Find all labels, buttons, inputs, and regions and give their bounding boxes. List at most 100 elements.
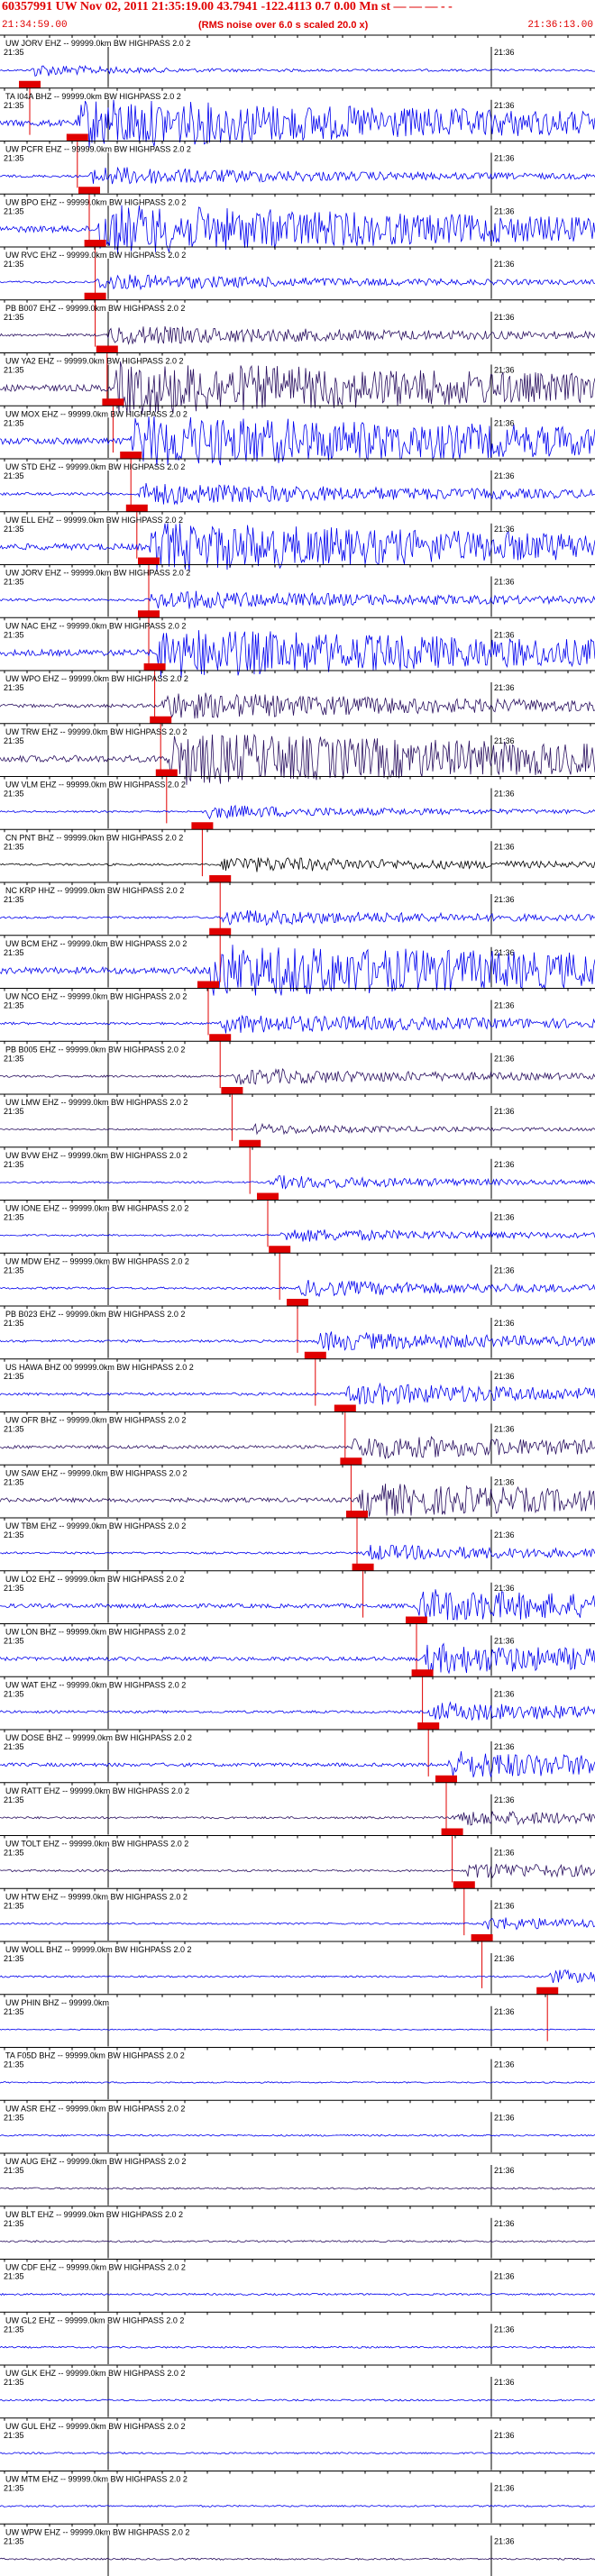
channel-row: UW AUG EHZ -- 99999.0km BW HIGHPASS 2.0 …: [0, 2152, 595, 2206]
channel-label: UW JORV EHZ -- 99999.0km BW HIGHPASS 2.0…: [5, 569, 190, 578]
tick-label-left: 21:35: [4, 2219, 24, 2228]
waveform: [0, 2028, 595, 2031]
tick-label-left: 21:35: [4, 2060, 24, 2069]
channel-label: UW MTM EHZ -- 99999.0km BW HIGHPASS 2.0 …: [5, 2475, 188, 2484]
waveform: [0, 1701, 595, 1722]
tick-label-right: 21:36: [494, 525, 515, 534]
channel-label: UW LMW EHZ -- 99999.0km BW HIGHPASS 2.0 …: [5, 1098, 188, 1107]
waveform: [0, 2345, 595, 2349]
waveform: [0, 1811, 595, 1826]
tick-label-right: 21:36: [494, 471, 515, 480]
channel-row: UW BLT EHZ -- 99999.0km BW HIGHPASS 2.0 …: [0, 2206, 595, 2259]
tick-label-left: 21:35: [4, 578, 24, 587]
tick-label-left: 21:35: [4, 2431, 24, 2440]
channel-row: NC KRP HHZ -- 99999.0km BW HIGHPASS 2.0 …: [0, 882, 595, 982]
channel-label: UW TBM EHZ -- 99999.0km BW HIGHPASS 2.0 …: [5, 1521, 186, 1530]
channel-label: UW HTW EHZ -- 99999.0km BW HIGHPASS 2.0 …: [5, 1892, 188, 1901]
waveform: [0, 1436, 595, 1459]
waveform: [0, 1175, 595, 1190]
tick-label-left: 21:35: [4, 1584, 24, 1593]
tick-label-left: 21:35: [4, 1477, 24, 1486]
tick-label-left: 21:35: [4, 1742, 24, 1751]
tick-label-right: 21:36: [494, 1054, 515, 1063]
tick-label-left: 21:35: [4, 1372, 24, 1381]
channel-label: UW TRW EHZ -- 99999.0km BW HIGHPASS 2.0 …: [5, 727, 188, 736]
waveform: [0, 909, 595, 927]
channel-label: UW RVC EHZ -- 99999.0km BW HIGHPASS 2.0 …: [5, 251, 186, 260]
channel-label: UW PCFR EHZ -- 99999.0km BW HIGHPASS 2.0…: [5, 145, 191, 154]
tick-label-left: 21:35: [4, 154, 24, 163]
tick-label-left: 21:35: [4, 2113, 24, 2122]
seismogram-traces: UW JORV EHZ -- 99999.0km BW HIGHPASS 2.0…: [0, 34, 595, 2576]
channel-row: UW JORV EHZ -- 99999.0km BW HIGHPASS 2.0…: [0, 34, 595, 135]
tick-label-right: 21:36: [494, 895, 515, 904]
tick-label-right: 21:36: [494, 1530, 515, 1539]
tick-label-right: 21:36: [494, 790, 515, 799]
tick-label-left: 21:35: [4, 1901, 24, 1910]
tick-label-right: 21:36: [494, 1477, 515, 1486]
waveform: [0, 482, 595, 506]
plot-header: 60357991 UW Nov 02, 2011 21:35:19.00 43.…: [0, 0, 595, 34]
channel-row: UW LON BHZ -- 99999.0km BW HIGHPASS 2.0 …: [0, 1623, 595, 1724]
tick-label-left: 21:35: [4, 1954, 24, 1963]
tick-label-right: 21:36: [494, 2272, 515, 2281]
tick-label-right: 21:36: [494, 2166, 515, 2175]
tick-label-right: 21:36: [494, 1213, 515, 1222]
channel-label: UW PHIN BHZ -- 99999.0km: [5, 1998, 109, 2007]
tick-label-left: 21:35: [4, 260, 24, 269]
channel-row: UW LMW EHZ -- 99999.0km BW HIGHPASS 2.0 …: [0, 1093, 595, 1194]
channel-row: UW TRW EHZ -- 99999.0km BW HIGHPASS 2.0 …: [0, 723, 595, 824]
waveform: [0, 1382, 595, 1405]
channel-label: UW BLT EHZ -- 99999.0km BW HIGHPASS 2.0 …: [5, 2210, 183, 2219]
channel-label: UW WOLL BHZ -- 99999.0km BW HIGHPASS 2.0…: [5, 1945, 192, 1954]
tick-label-right: 21:36: [494, 1372, 515, 1381]
tick-label-left: 21:35: [4, 366, 24, 375]
channel-label: UW IONE EHZ -- 99999.0km BW HIGHPASS 2.0…: [5, 1204, 188, 1213]
channel-row: UW LO2 EHZ -- 99999.0km BW HIGHPASS 2.0 …: [0, 1570, 595, 1671]
waveform: [0, 2557, 595, 2561]
event-title: 60357991 UW Nov 02, 2011 21:35:19.00 43.…: [2, 0, 453, 14]
channel-row: UW DOSE BHZ -- 99999.0km BW HIGHPASS 2.0…: [0, 1729, 595, 1830]
tick-label-right: 21:36: [494, 683, 515, 692]
tick-label-left: 21:35: [4, 2536, 24, 2545]
tick-label-left: 21:35: [4, 1001, 24, 1010]
channel-row: UW VLM EHZ -- 99999.0km BW HIGHPASS 2.0 …: [0, 776, 595, 877]
channel-row: UW TBM EHZ -- 99999.0km BW HIGHPASS 2.0 …: [0, 1517, 595, 1618]
channel-label: UW SAW EHZ -- 99999.0km BW HIGHPASS 2.0 …: [5, 1468, 188, 1477]
channel-label: TA I04A BHZ -- 99999.0km BW HIGHPASS 2.0…: [5, 92, 181, 101]
tick-label-right: 21:36: [494, 1637, 515, 1646]
tick-label-right: 21:36: [494, 2325, 515, 2334]
channel-row: TA F05D BHZ -- 99999.0km BW HIGHPASS 2.0…: [0, 2047, 595, 2100]
waveform: [0, 2133, 595, 2137]
tick-label-right: 21:36: [494, 366, 515, 375]
channel-label: PB B005 EHZ -- 99999.0km BW HIGHPASS 2.0…: [5, 1045, 185, 1054]
tick-label-right: 21:36: [494, 948, 515, 957]
tick-label-left: 21:35: [4, 683, 24, 692]
tick-label-right: 21:36: [494, 1742, 515, 1751]
tick-label-right: 21:36: [494, 1319, 515, 1328]
channel-label: UW BVW EHZ -- 99999.0km BW HIGHPASS 2.0 …: [5, 1151, 188, 1160]
tick-label-left: 21:35: [4, 418, 24, 427]
tick-label-left: 21:35: [4, 630, 24, 639]
waveform: [0, 1122, 595, 1136]
waveform: [0, 2452, 595, 2455]
channel-label: UW WPW EHZ -- 99999.0km BW HIGHPASS 2.0 …: [5, 2527, 189, 2536]
channel-label: UW DOSE BHZ -- 99999.0km BW HIGHPASS 2.0…: [5, 1733, 192, 1742]
channel-row: UW BVW EHZ -- 99999.0km BW HIGHPASS 2.0 …: [0, 1146, 595, 1247]
channel-row: UW OFR BHZ -- 99999.0km BW HIGHPASS 2.0 …: [0, 1411, 595, 1512]
tick-label-left: 21:35: [4, 313, 24, 322]
tick-label-left: 21:35: [4, 1795, 24, 1804]
tick-label-right: 21:36: [494, 418, 515, 427]
channel-row: UW ASR EHZ -- 99999.0km BW HIGHPASS 2.0 …: [0, 2099, 595, 2152]
tick-label-right: 21:36: [494, 101, 515, 110]
waveform: [0, 1642, 595, 1675]
tick-label-right: 21:36: [494, 2431, 515, 2440]
tick-label-left: 21:35: [4, 2484, 24, 2493]
tick-label-right: 21:36: [494, 1901, 515, 1910]
channel-row: CN PNT BHZ -- 99999.0km BW HIGHPASS 2.0 …: [0, 828, 595, 929]
channel-label: UW YA2 EHZ -- 99999.0km BW HIGHPASS 2.0 …: [5, 357, 184, 366]
waveform: [0, 1750, 595, 1777]
tick-label-left: 21:35: [4, 1689, 24, 1698]
channel-row: UW GLK EHZ -- 99999.0km BW HIGHPASS 2.0 …: [0, 2364, 595, 2417]
channel-row: US HAWA BHZ 00 99999.0km BW HIGHPASS 2.0…: [0, 1358, 595, 1459]
